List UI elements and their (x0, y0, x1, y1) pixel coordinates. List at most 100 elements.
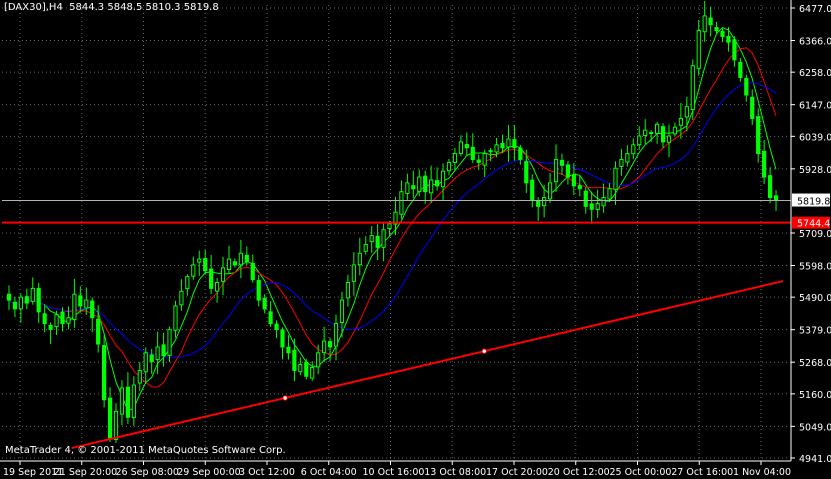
candle (102, 335, 107, 408)
candle-body (48, 324, 53, 330)
candle-body (660, 126, 666, 143)
price-tick-label: 6039.0 (799, 132, 831, 143)
candle-body (286, 346, 291, 354)
candle-body (203, 258, 208, 272)
candle-body (214, 282, 220, 292)
candle-body (500, 142, 505, 149)
candle-body (601, 197, 606, 207)
candle-body (262, 297, 267, 310)
candle-body (607, 188, 612, 200)
time-tick-label: 29 Sep 00:00 (177, 467, 240, 478)
candle-body (238, 252, 243, 266)
price-tick-label: 4941.0 (799, 454, 831, 465)
candle-body (90, 300, 95, 319)
candle-body (244, 254, 249, 263)
candle-body (494, 144, 499, 153)
candle-body (643, 129, 648, 137)
candle-body (375, 235, 380, 248)
current-price-label: 5819.8 (797, 197, 830, 208)
candle-body (553, 158, 559, 183)
level-price-label: 5744.4 (797, 219, 830, 230)
price-chart[interactable]: 6477.0 6366.0 6258.0 6147.0 6039.0 5928.0 5709… (0, 0, 831, 479)
candle-body (625, 153, 630, 163)
candle-body (559, 159, 565, 166)
candle-body (24, 296, 29, 304)
candle-body (547, 182, 553, 200)
candle-body (536, 201, 541, 207)
candle-body (738, 61, 743, 78)
candle-body (191, 264, 196, 277)
candle-body (512, 139, 517, 149)
candle-body (446, 161, 452, 172)
candle-body (72, 293, 77, 321)
time-tick-label: 3 Oct 12:00 (239, 467, 295, 478)
time-tick-label: 17 Oct 20:00 (486, 467, 548, 478)
price-tick-label: 5049.0 (799, 422, 831, 433)
candle-body (518, 147, 523, 160)
candle-body (250, 262, 255, 281)
candle-body (506, 138, 511, 148)
symbol-label: [DAX30],H4 (4, 2, 63, 13)
candle-body (470, 146, 475, 160)
candle-body (185, 276, 190, 290)
candle-body (744, 77, 749, 96)
candle-body (298, 364, 303, 373)
candle-body (357, 252, 362, 266)
candle-body (405, 182, 410, 194)
candle-body (137, 369, 142, 384)
candle-body (167, 328, 172, 356)
candle-body (696, 30, 701, 69)
open-value: 5844.3 (69, 2, 105, 13)
candle-body (666, 135, 672, 143)
candle-body (619, 158, 624, 167)
candle-body (577, 185, 582, 190)
price-tick-label: 6258.0 (799, 68, 831, 79)
price-tick-label: 6147.0 (799, 101, 831, 112)
time-tick-label: 20 Oct 12:00 (548, 467, 610, 478)
candle-body (434, 180, 440, 187)
low-value: 5810.3 (145, 2, 181, 13)
candle-body (316, 352, 321, 368)
candle-body (649, 132, 654, 135)
candle-body (714, 27, 719, 32)
candle (304, 358, 309, 380)
candle-body (655, 123, 660, 134)
candle-body (333, 323, 339, 347)
candle-body (440, 170, 446, 188)
time-tick-label: 10 Oct 16:00 (363, 467, 425, 478)
candle-body (571, 174, 576, 187)
candle-body (773, 195, 779, 202)
time-tick-label: 26 Sep 08:00 (116, 467, 179, 478)
candle-body (179, 290, 184, 306)
close-value: 5819.8 (183, 2, 219, 13)
candle-body (482, 153, 487, 166)
price-tick-label: 5379.0 (799, 326, 831, 337)
candle-body (327, 341, 333, 348)
high-value: 5848.5 (107, 2, 143, 13)
candle-body (96, 318, 101, 345)
time-tick-label: 27 Oct 16:00 (671, 467, 733, 478)
candle-body (476, 159, 481, 163)
price-tick-label: 5709.0 (799, 229, 831, 240)
candle-body (458, 141, 463, 155)
candle-body (6, 293, 12, 301)
candle-body (209, 268, 214, 289)
candle-body (232, 261, 238, 266)
candle-body (310, 366, 315, 379)
candle-body (762, 150, 767, 178)
candle-body (488, 150, 493, 153)
candle-body (292, 349, 297, 371)
candle-body (30, 287, 35, 302)
time-tick-label: 1 Nov 04:00 (733, 467, 791, 478)
candle-body (345, 282, 351, 299)
candle-body (18, 296, 23, 310)
candle-body (452, 153, 458, 163)
candle-body (256, 279, 261, 301)
candle-body (417, 176, 422, 192)
candle-body (102, 345, 107, 401)
candle-body (672, 126, 678, 135)
candle-body (268, 311, 273, 325)
trendline-anchor-point (282, 395, 288, 401)
candle-body (197, 258, 202, 263)
candle-body (220, 267, 226, 282)
